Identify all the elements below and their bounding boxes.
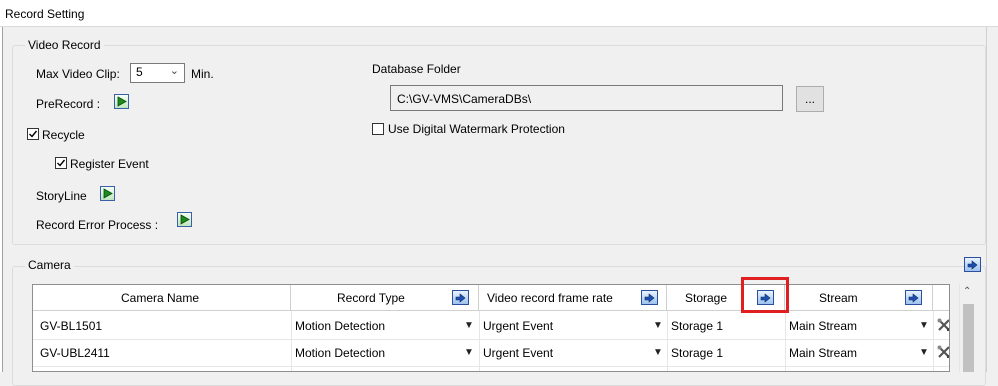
table-scrollbar[interactable]: ⌃ [959,284,977,372]
column-divider [933,311,934,371]
frame-rate-cell[interactable]: Urgent Event [483,346,553,360]
scroll-up-arrow-icon[interactable]: ⌃ [963,286,971,297]
camera-name-cell: GV-BL1501 [40,319,103,333]
storyline-label: StoryLine [36,189,87,203]
scrollbar-thumb[interactable] [963,304,974,372]
chevron-down-icon[interactable]: ▼ [919,320,929,331]
chevron-down-icon: ⌄ [169,65,179,77]
column-header-frame-rate[interactable]: Video record frame rate [479,285,667,311]
register-event-checkbox[interactable] [55,157,67,169]
watermark-label: Use Digital Watermark Protection [388,122,565,136]
storage-cell: Storage 1 [671,319,724,333]
column-label-camera-name: Camera Name [121,291,200,305]
max-clip-value: 5 [136,65,143,79]
batch-apply-icon[interactable] [641,290,658,305]
column-label-frame-rate: Video record frame rate [487,291,613,305]
column-header-tools [933,285,949,311]
db-folder-value: C:\GV-VMS\CameraDBs\ [397,92,532,106]
db-folder-field[interactable]: C:\GV-VMS\CameraDBs\ [390,85,783,111]
frame-rate-cell[interactable]: Urgent Event [483,319,553,333]
db-folder-label: Database Folder [372,62,461,76]
prerecord-play-button[interactable] [114,94,129,109]
column-label-storage: Storage [685,291,728,305]
column-label-stream: Stream [819,291,858,305]
play-triangle-icon [103,188,113,199]
tools-icon[interactable] [936,344,949,360]
window-titlebar: Record Setting [0,0,998,27]
right-border [986,27,987,372]
recycle-label: Recycle [42,128,85,142]
column-divider [785,311,786,371]
max-clip-select[interactable]: 5 ⌄ [130,63,185,83]
checkmark-icon [57,159,66,167]
camera-table: Camera Name Record Type Video record fra… [32,284,950,372]
register-event-label: Register Event [70,157,149,171]
play-triangle-icon [117,96,127,107]
column-divider [479,311,480,371]
chevron-down-icon[interactable]: ▼ [653,347,663,358]
row-divider [33,339,949,340]
column-header-record-type[interactable]: Record Type [291,285,479,311]
camera-group-label: Camera [25,258,74,272]
prerecord-label: PreRecord : [36,97,101,111]
tools-icon[interactable] [936,317,949,333]
chevron-down-icon[interactable]: ▼ [464,320,474,331]
checkmark-icon [29,130,38,138]
column-divider [667,311,668,371]
camera-name-cell: GV-UBL2411 [40,346,110,360]
storage-batch-highlight [741,277,789,313]
column-header-camera-name[interactable]: Camera Name [33,285,291,311]
record-error-play-button[interactable] [177,212,192,227]
storyline-play-button[interactable] [100,186,115,201]
batch-apply-icon[interactable] [452,290,469,305]
stream-cell[interactable]: Main Stream [789,346,857,360]
max-clip-label: Max Video Clip: [36,67,120,81]
record-type-cell[interactable]: Motion Detection [295,319,385,333]
batch-apply-icon[interactable] [905,290,922,305]
column-header-stream[interactable]: Stream [785,285,933,311]
row-divider [33,366,949,367]
max-clip-unit: Min. [191,67,214,81]
left-border [2,27,3,372]
video-record-group-label: Video Record [25,38,104,52]
record-type-cell[interactable]: Motion Detection [295,346,385,360]
record-error-label: Record Error Process : [36,218,159,232]
batch-apply-icon[interactable] [964,257,981,272]
play-triangle-icon [180,214,190,225]
chevron-down-icon[interactable]: ▼ [919,347,929,358]
column-label-record-type: Record Type [337,291,405,305]
recycle-checkbox[interactable] [27,128,39,140]
chevron-down-icon[interactable]: ▼ [653,320,663,331]
window-title: Record Setting [5,7,85,21]
stream-cell[interactable]: Main Stream [789,319,857,333]
browse-button[interactable]: ... [796,86,824,112]
watermark-checkbox[interactable] [372,123,384,135]
storage-cell: Storage 1 [671,346,724,360]
column-divider [291,311,292,371]
chevron-down-icon[interactable]: ▼ [464,347,474,358]
